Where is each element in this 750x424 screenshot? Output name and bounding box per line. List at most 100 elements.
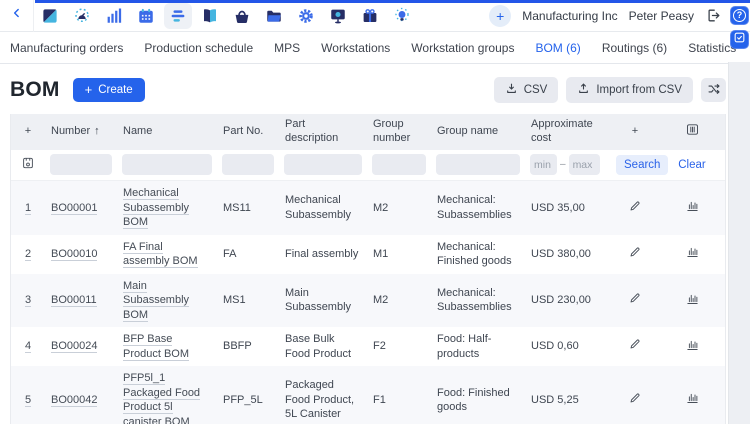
header-group-name[interactable]: Group name	[431, 114, 525, 150]
tab-workstation-groups[interactable]: Workstation groups	[411, 41, 514, 55]
bom-number-link[interactable]: BO00024	[51, 340, 97, 353]
bom-name-link[interactable]: Main Subassembly BOM	[123, 280, 189, 322]
tasks-button[interactable]	[730, 30, 749, 49]
import-csv-button[interactable]: Import from CSV	[566, 77, 693, 103]
edit-icon[interactable]	[628, 391, 642, 405]
chevron-left-icon	[10, 6, 24, 25]
group-number-cell: F1	[367, 366, 431, 424]
filter-number-input[interactable]	[50, 154, 112, 175]
bom-name-link[interactable]: Mechanical Subassembly BOM	[123, 187, 189, 229]
bom-name-link[interactable]: FA Final assembly BOM	[123, 241, 198, 269]
nav-add-ons[interactable]	[354, 0, 386, 32]
nav-demo[interactable]	[322, 0, 354, 32]
row-index-link[interactable]: 3	[25, 294, 31, 307]
row-index-link[interactable]: 2	[25, 248, 31, 261]
nav-tips[interactable]	[386, 0, 418, 32]
header-group-number[interactable]: Group number	[367, 114, 431, 150]
nav-logo[interactable]	[34, 0, 66, 32]
folder-icon	[260, 3, 288, 29]
bom-number-link[interactable]: BO00011	[51, 294, 97, 307]
part-no-cell: MS11	[217, 181, 279, 235]
add-row-header[interactable]: +	[11, 114, 45, 150]
approximate-cost-cell: USD 230,00	[525, 274, 611, 328]
header-part-no[interactable]: Part No.	[217, 114, 279, 150]
clear-filters-link[interactable]: Clear	[678, 159, 705, 171]
approximate-cost-cell: USD 380,00	[525, 235, 611, 274]
nav-calendar[interactable]	[130, 0, 162, 32]
header-approximate-cost[interactable]: Approximate cost	[525, 114, 611, 150]
bom-name-link[interactable]: BFP Base Product BOM	[123, 333, 189, 361]
filter-name-input[interactable]	[122, 154, 212, 175]
nav-procurement[interactable]	[226, 0, 258, 32]
bom-number-link[interactable]: BO00010	[51, 248, 97, 261]
part-no-cell: BBFP	[217, 327, 279, 366]
quick-add-button[interactable]: +	[489, 5, 511, 27]
tab-bom[interactable]: BOM (6)	[535, 41, 580, 55]
row-index-link[interactable]: 1	[25, 202, 31, 215]
filter-group-number-input[interactable]	[372, 154, 426, 175]
edit-icon[interactable]	[628, 245, 642, 259]
filter-part-description-input[interactable]	[284, 154, 362, 175]
group-name-cell: Food: Finished goods	[431, 366, 525, 424]
nav-documents[interactable]	[258, 0, 290, 32]
edit-icon[interactable]	[628, 291, 642, 305]
header-part-description[interactable]: Part description	[279, 114, 367, 150]
row-index-link[interactable]: 5	[25, 394, 31, 407]
create-button[interactable]: + Create	[73, 78, 145, 102]
group-number-cell: M1	[367, 235, 431, 274]
shuffle-icon	[707, 82, 721, 99]
save-filter-icon[interactable]	[21, 156, 35, 170]
csv-export-button[interactable]: CSV	[494, 77, 559, 103]
nav-stock[interactable]	[194, 0, 226, 32]
statistics-icon[interactable]	[685, 198, 700, 213]
user-name[interactable]: Peter Peasy	[629, 9, 694, 23]
table-row: 4 BO00024 BFP Base Product BOM BBFP Base…	[11, 327, 725, 366]
nav-dashboard[interactable]	[66, 0, 98, 32]
bom-number-link[interactable]: BO00001	[51, 202, 97, 215]
tab-routings[interactable]: Routings (6)	[602, 41, 667, 55]
nav-statistics[interactable]	[98, 0, 130, 32]
add-column-header[interactable]: +	[611, 114, 659, 150]
tab-manufacturing-orders[interactable]: Manufacturing orders	[10, 41, 123, 55]
edit-icon[interactable]	[628, 337, 642, 351]
statistics-icon[interactable]	[685, 337, 700, 352]
approximate-cost-cell: USD 35,00	[525, 181, 611, 235]
filter-group-name-input[interactable]	[436, 154, 520, 175]
part-description-cell: Final assembly	[279, 235, 367, 274]
header-number[interactable]: Number↑	[45, 114, 117, 150]
search-button[interactable]: Search	[616, 155, 668, 175]
statistics-icon[interactable]	[685, 390, 700, 405]
nav-production-planning[interactable]	[162, 0, 194, 32]
logout-button[interactable]	[705, 7, 722, 24]
bom-number-link[interactable]: BO00042	[51, 394, 97, 407]
collapse-menu-button[interactable]	[0, 0, 34, 32]
top-bar: + Manufacturing Inc Peter Peasy	[0, 0, 750, 32]
statistics-icon[interactable]	[685, 291, 700, 306]
filter-part-no-input[interactable]	[222, 154, 274, 175]
company-name[interactable]: Manufacturing Inc	[522, 9, 617, 23]
filter-cost-max-input[interactable]	[569, 154, 600, 175]
logo-icon	[36, 3, 64, 29]
bom-name-link[interactable]: PFP5l_1 Packaged Food Product 5l caniste…	[123, 372, 200, 424]
tab-mps[interactable]: MPS	[274, 41, 300, 55]
row-index-link[interactable]: 4	[25, 340, 31, 353]
book-icon	[196, 3, 224, 29]
statistics-icon[interactable]	[685, 244, 700, 259]
tab-workstations[interactable]: Workstations	[321, 41, 390, 55]
header-name[interactable]: Name	[117, 114, 217, 150]
right-rail-strip	[728, 62, 750, 424]
tab-production-schedule[interactable]: Production schedule	[144, 41, 253, 55]
plus-icon: +	[85, 85, 93, 95]
nav-settings[interactable]	[290, 0, 322, 32]
columns-icon	[685, 128, 700, 140]
part-no-cell: MS1	[217, 274, 279, 328]
edit-icon[interactable]	[628, 199, 642, 213]
shuffle-view-button[interactable]	[701, 78, 726, 102]
columns-settings-header[interactable]	[659, 114, 725, 150]
filter-cost-min-input[interactable]	[530, 154, 557, 175]
table-row: 2 BO00010 FA Final assembly BOM FA Final…	[11, 235, 725, 274]
range-dash: –	[560, 159, 566, 170]
dashboard-gauge-icon	[68, 3, 96, 29]
help-button[interactable]: ?	[730, 6, 749, 25]
app-icon-nav	[34, 0, 418, 32]
